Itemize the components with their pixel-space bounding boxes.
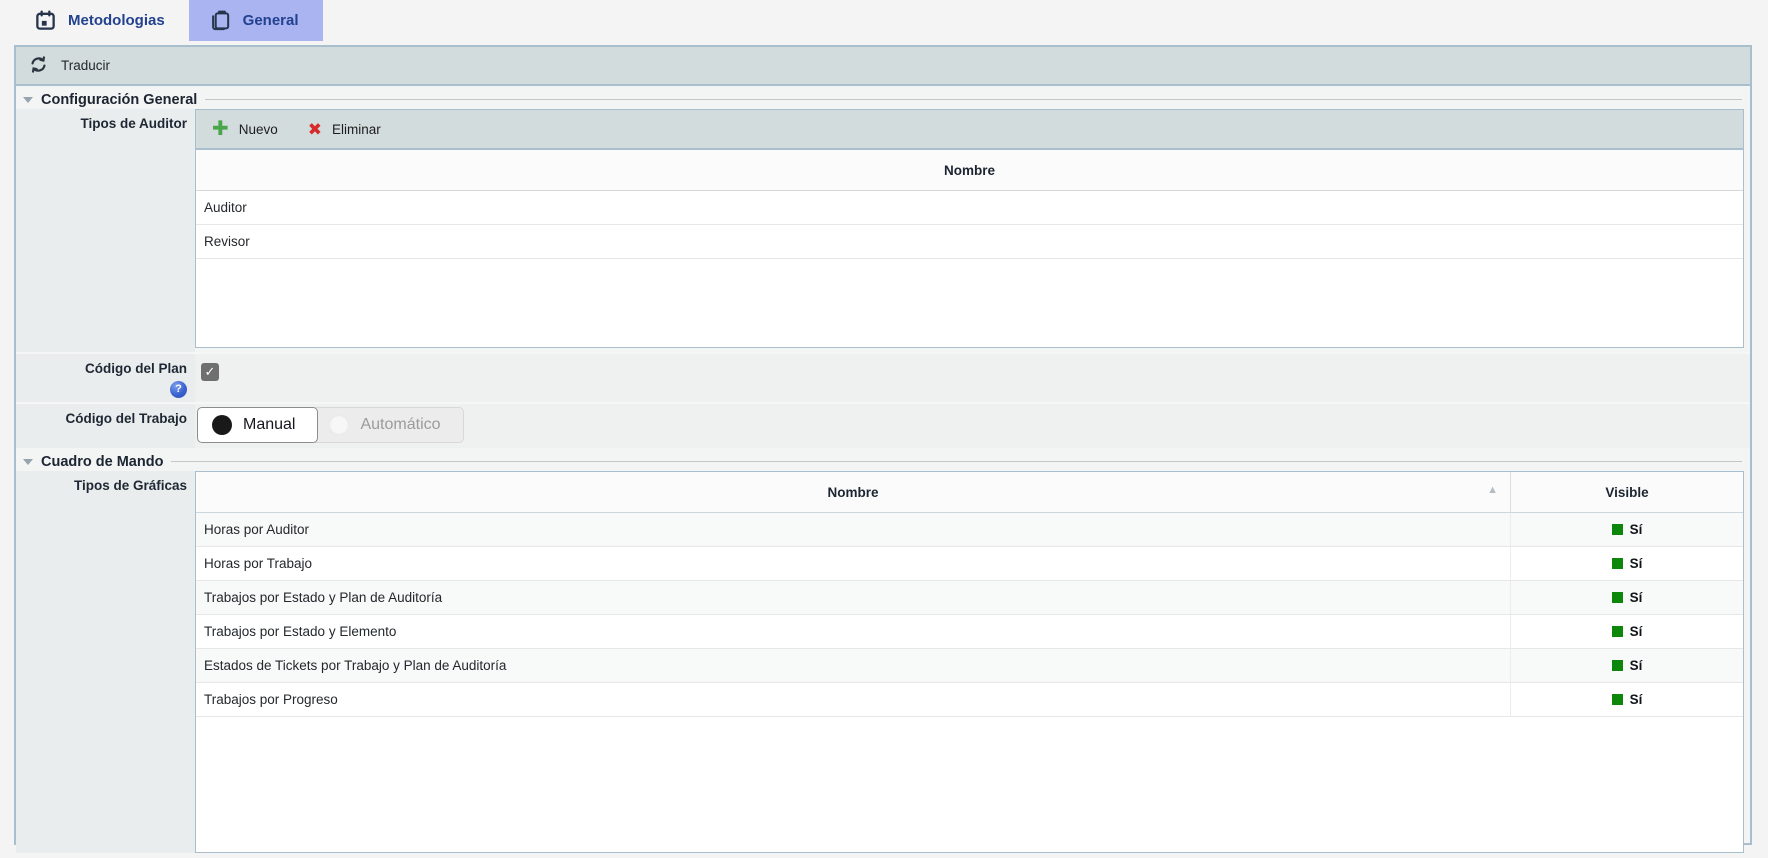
eliminar-button[interactable]: ✖ Eliminar [308,121,381,138]
collapse-arrow-icon[interactable] [23,459,33,465]
visible-indicator-icon [1612,626,1623,637]
tab-label: General [243,12,299,29]
row-codigo-del-plan: Código del Plan ? ✓ [16,352,1750,402]
table-row[interactable]: Auditor [196,191,1743,225]
radio-unselected-icon [329,415,349,435]
table-row[interactable]: Trabajos por Estado y Plan de Auditoría … [196,581,1743,615]
table-row[interactable]: Revisor [196,225,1743,259]
table-empty-area [196,717,1743,852]
column-header-visible[interactable]: Visible [1510,472,1743,512]
delete-x-icon: ✖ [308,121,322,138]
tab-bar: Metodologias General [0,0,1768,41]
sync-icon [28,54,49,78]
manual-option[interactable]: Manual [197,407,318,443]
general-settings-panel: Traducir Configuración General Tipos de … [14,45,1752,845]
section-header-configuracion-general: Configuración General [16,86,1750,109]
table-row[interactable]: Horas por Auditor Sí [196,513,1743,547]
collapse-arrow-icon[interactable] [23,97,33,103]
nuevo-button[interactable]: ✚ Nuevo [212,119,278,139]
tab-label: Metodologias [68,12,165,29]
sort-ascending-icon: ▲ [1487,484,1498,496]
codigo-trabajo-toggle: Manual Automático [197,407,1750,443]
table-row[interactable]: Estados de Tickets por Trabajo y Plan de… [196,649,1743,683]
section-divider [205,99,1742,100]
help-icon[interactable]: ? [170,381,187,398]
tipos-auditor-table: ✚ Nuevo ✖ Eliminar Nombre Auditor Reviso… [195,109,1744,348]
radio-selected-icon [212,415,232,435]
visible-indicator-icon [1612,592,1623,603]
visible-indicator-icon [1612,694,1623,705]
visible-indicator-icon [1612,660,1623,671]
table-row[interactable]: Trabajos por Progreso Sí [196,683,1743,717]
tipos-graficas-header: Nombre ▲ Visible [196,472,1743,513]
table-row[interactable]: Horas por Trabajo Sí [196,547,1743,581]
automatico-option[interactable]: Automático [314,407,463,443]
tab-general[interactable]: General [189,0,323,41]
field-label: Código del Plan [85,361,187,378]
table-empty-area [196,259,1743,347]
translate-button[interactable]: Traducir [16,47,1750,86]
column-header-nombre[interactable]: Nombre ▲ [196,472,1510,512]
field-label: Tipos de Gráficas [74,478,187,495]
column-header-nombre[interactable]: Nombre [196,150,1743,191]
section-header-cuadro-de-mando: Cuadro de Mando [16,448,1750,471]
field-label: Código del Trabajo [65,411,187,428]
codigo-plan-checkbox[interactable]: ✓ [201,363,219,381]
row-tipos-de-graficas: Tipos de Gráficas Nombre ▲ Visible Horas… [16,471,1750,853]
tipos-auditor-toolbar: ✚ Nuevo ✖ Eliminar [196,110,1743,150]
row-codigo-del-trabajo: Código del Trabajo Manual Automático [16,402,1750,448]
tipos-graficas-table: Nombre ▲ Visible Horas por Auditor Sí Ho… [195,471,1744,853]
checkmark-icon: ✓ [205,364,216,380]
section-divider [171,461,1742,462]
tab-metodologias[interactable]: Metodologias [14,0,189,41]
plus-icon: ✚ [212,119,229,139]
clipboard-icon [209,9,232,32]
visible-indicator-icon [1612,558,1623,569]
section-title: Configuración General [41,92,197,108]
table-row[interactable]: Trabajos por Estado y Elemento Sí [196,615,1743,649]
row-tipos-de-auditor: Tipos de Auditor ✚ Nuevo ✖ Eliminar Nomb… [16,109,1750,352]
section-title: Cuadro de Mando [41,454,163,470]
translate-label: Traducir [61,58,110,73]
nuevo-label: Nuevo [239,122,278,137]
calendar-icon [34,9,57,32]
field-label: Tipos de Auditor [81,116,188,133]
visible-indicator-icon [1612,524,1623,535]
eliminar-label: Eliminar [332,122,381,137]
